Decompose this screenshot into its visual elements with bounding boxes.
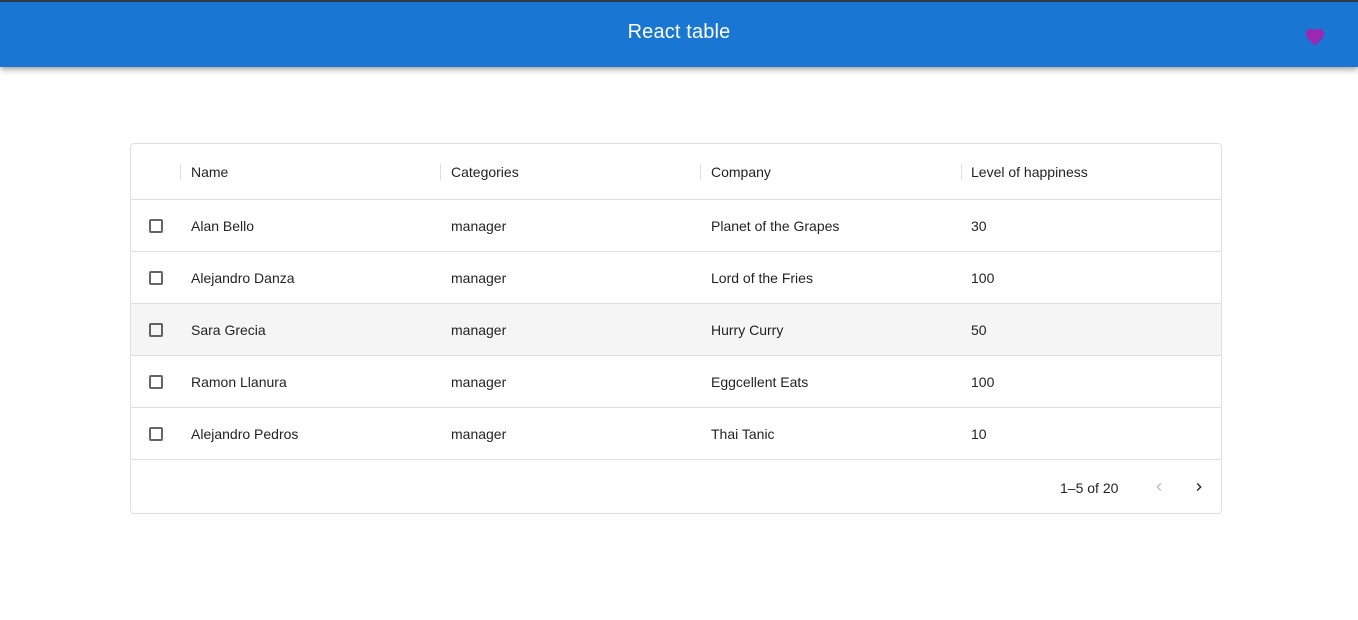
row-checkbox[interactable] (149, 219, 163, 233)
cell-name: Alejandro Pedros (191, 426, 299, 442)
app-title: React table (627, 21, 731, 43)
app-bar: React table (0, 0, 1358, 67)
heart-icon (1305, 28, 1325, 46)
cell-company: Thai Tanic (711, 426, 775, 442)
column-separator[interactable] (961, 164, 962, 180)
row-checkbox[interactable] (149, 427, 163, 441)
table-row[interactable]: Sara Grecia manager Hurry Curry 50 (131, 304, 1221, 356)
favorite-button[interactable] (1301, 22, 1329, 50)
cell-company: Hurry Curry (711, 322, 784, 338)
cell-name: Ramon Llanura (191, 374, 287, 390)
table-row[interactable]: Alejandro Danza manager Lord of the Frie… (131, 252, 1221, 304)
chevron-right-icon (1196, 483, 1202, 491)
next-page-button[interactable] (1187, 475, 1211, 499)
column-separator[interactable] (440, 164, 441, 180)
column-header-categories[interactable]: Categories (451, 144, 519, 200)
column-header-company[interactable]: Company (711, 144, 771, 200)
cell-category: manager (451, 270, 507, 286)
cell-company: Planet of the Grapes (711, 218, 840, 234)
cell-name: Sara Grecia (191, 322, 266, 338)
table-row[interactable]: Alejandro Pedros manager Thai Tanic 10 (131, 408, 1221, 460)
column-header-name[interactable]: Name (191, 144, 228, 200)
table-row[interactable]: Alan Bello manager Planet of the Grapes … (131, 200, 1221, 252)
column-separator[interactable] (700, 164, 701, 180)
cell-category: manager (451, 374, 507, 390)
pagination-range: 1–5 of 20 (1060, 479, 1119, 496)
cell-happiness: 30 (971, 218, 987, 234)
chevron-left-icon (1156, 483, 1162, 491)
column-separator[interactable] (180, 164, 181, 180)
column-header-happiness[interactable]: Level of happiness (971, 144, 1088, 200)
cell-name: Alejandro Danza (191, 270, 295, 286)
row-checkbox[interactable] (149, 271, 163, 285)
table-row[interactable]: Ramon Llanura manager Eggcellent Eats 10… (131, 356, 1221, 408)
cell-category: manager (451, 322, 507, 338)
cell-happiness: 10 (971, 426, 987, 442)
cell-happiness: 50 (971, 322, 987, 338)
cell-company: Lord of the Fries (711, 270, 813, 286)
data-grid: Name Categories Company Level of happine… (130, 143, 1222, 514)
cell-company: Eggcellent Eats (711, 374, 809, 390)
cell-happiness: 100 (971, 270, 995, 286)
column-headers: Name Categories Company Level of happine… (131, 144, 1221, 200)
row-checkbox[interactable] (149, 323, 163, 337)
cell-category: manager (451, 426, 507, 442)
cell-name: Alan Bello (191, 218, 255, 234)
previous-page-button[interactable] (1147, 475, 1171, 499)
cell-category: manager (451, 218, 507, 234)
table-footer: 1–5 of 20 (131, 461, 1221, 514)
cell-happiness: 100 (971, 374, 995, 390)
row-checkbox[interactable] (149, 375, 163, 389)
